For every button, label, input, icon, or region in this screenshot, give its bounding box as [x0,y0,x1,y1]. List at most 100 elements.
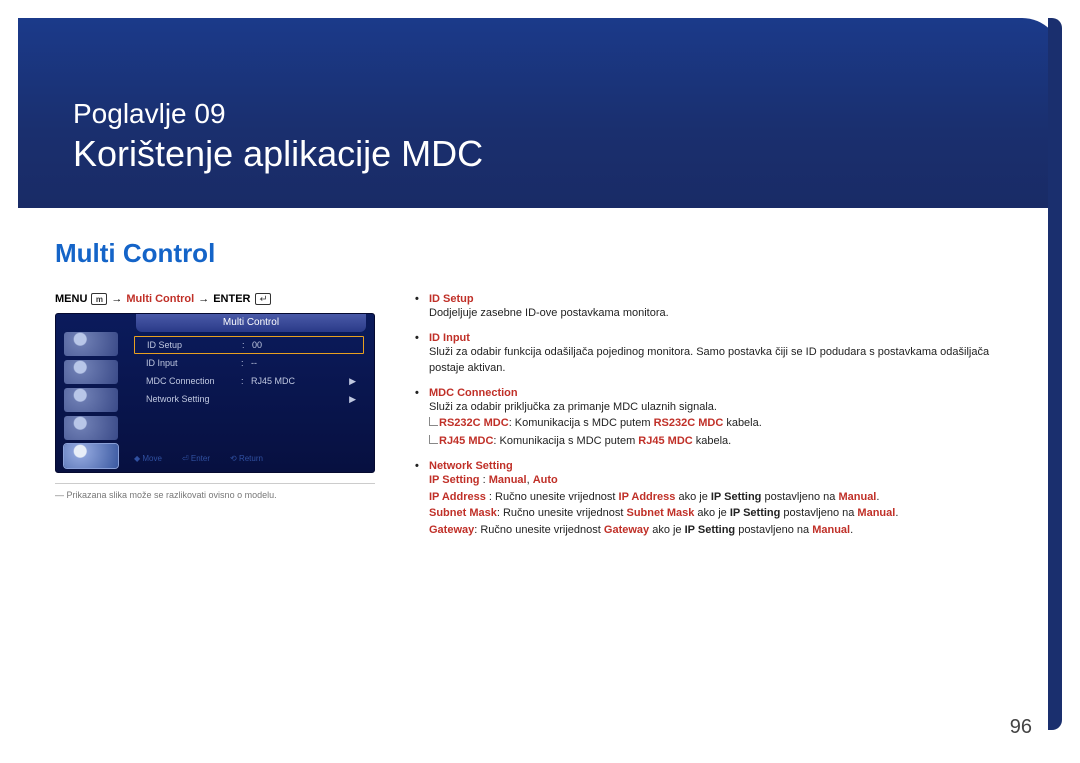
net-text: postavljeno na [761,491,838,503]
bullet-icon: • [415,387,423,399]
osd-row-value: RJ45 MDC [251,376,346,386]
breadcrumb-item: Multi Control [126,293,194,305]
osd-side-icon [64,360,118,384]
bullet-icon: • [415,293,423,305]
item-head: MDC Connection [429,387,518,399]
net-text: : Ručno unesite vrijednost [486,491,619,503]
item-body: Dodjeljuje zasebne ID-ove postavkama mon… [429,305,1025,322]
osd-row-label: ID Setup [147,340,242,350]
content-area: Multi Control MENU m → Multi Control → E… [55,238,1025,548]
sub-text: kabela. [693,435,732,447]
osd-side-icons [64,332,124,472]
sub-key: RS232C MDC [439,417,509,429]
sub-key: RS232C MDC [654,417,724,429]
net-text: ako je [694,507,729,519]
item-head: ID Setup [429,293,474,305]
osd-side-icon [64,416,118,440]
sub-text: : Komunikacija s MDC putem [493,435,638,447]
net-line: IP Address : Ručno unesite vrijednost IP… [429,489,1025,506]
chapter-title: Korištenje aplikacije MDC [73,133,483,175]
breadcrumb-arrow: → [198,293,209,305]
net-key: IP Setting [685,524,736,536]
osd-row-label: MDC Connection [146,376,241,386]
list-item: • MDC Connection Služi za odabir priklju… [415,387,1025,451]
net-key: Manual [857,507,895,519]
left-column: MENU m → Multi Control → ENTER Multi Con… [55,293,375,500]
net-key: Gateway [429,524,474,536]
osd-row-value: 00 [252,340,345,350]
net-key: Subnet Mask [429,507,497,519]
breadcrumb-menu: MENU [55,293,87,305]
osd-side-icon-selected [64,444,118,468]
page-right-stripe [1048,18,1062,730]
ip-setting-sep: : [480,474,489,486]
item-sub: RS232C MDC: Komunikacija s MDC putem RS2… [439,415,1025,433]
item-head: Network Setting [429,460,513,472]
osd-row: ID Input : -- [134,354,364,372]
net-key: Gateway [604,524,649,536]
net-key: Subnet Mask [627,507,695,519]
osd-footer-return: ⟲ Return [230,454,263,468]
item-body: Služi za odabir funkcija odašiljača poje… [429,344,1025,377]
net-text: ako je [649,524,684,536]
osd-list: ID Setup : 00 ID Input : -- MDC Co [134,336,364,408]
chapter-header: Poglavlje 09 Korištenje aplikacije MDC [18,18,1062,208]
osd-footer-enter: ⏎ Enter [182,454,210,468]
net-text: : Ručno unesite vrijednost [497,507,627,519]
description-list: • ID Setup Dodjeljuje zasebne ID-ove pos… [415,293,1025,538]
item-sub: RJ45 MDC: Komunikacija s MDC putem RJ45 … [439,433,1025,451]
osd-screenshot: Multi Control ID Setup : 00 [55,313,375,473]
net-text: ako je [675,491,710,503]
net-text: : Ručno unesite vrijednost [474,524,604,536]
page: Poglavlje 09 Korištenje aplikacije MDC M… [0,0,1080,763]
osd-footer-move: ◆ Move [134,454,162,468]
ip-setting-label: IP Setting [429,474,480,486]
osd-row-arrow: ▶ [346,376,356,387]
net-text: . [876,491,879,503]
item-body: Služi za odabir priključka za primanje M… [429,399,1025,416]
right-column: • ID Setup Dodjeljuje zasebne ID-ove pos… [415,293,1025,548]
menu-icon: m [91,293,107,305]
item-head: ID Input [429,332,470,344]
osd-footer: ◆ Move ⏎ Enter ⟲ Return [134,454,364,468]
osd-row: Network Setting ▶ [134,390,364,408]
net-text: . [850,524,853,536]
columns: MENU m → Multi Control → ENTER Multi Con… [55,293,1025,548]
breadcrumb-arrow: → [111,293,122,305]
net-text: postavljeno na [735,524,812,536]
sub-text: kabela. [723,417,762,429]
osd-side-icon [64,332,118,356]
page-number: 96 [1010,716,1032,739]
net-text: postavljeno na [780,507,857,519]
osd-row-label: ID Input [146,358,241,368]
osd-row-selected: ID Setup : 00 [134,336,364,354]
osd-row-sep: : [241,376,251,386]
ip-setting-line: IP Setting : Manual, Auto [429,472,1025,489]
net-line: Gateway: Ručno unesite vrijednost Gatewa… [429,522,1025,539]
sub-text: : Komunikacija s MDC putem [509,417,654,429]
osd-row-arrow: ▶ [346,394,356,405]
enter-icon [255,293,271,305]
footnote: ― Prikazana slika može se razlikovati ov… [55,490,375,500]
osd-title: Multi Control [136,314,366,332]
osd-row-sep: : [241,358,251,368]
menu-breadcrumb: MENU m → Multi Control → ENTER [55,293,375,305]
net-key: IP Address [429,491,486,503]
list-item: • ID Setup Dodjeljuje zasebne ID-ove pos… [415,293,1025,322]
net-key: IP Setting [711,491,762,503]
net-key: IP Setting [730,507,781,519]
bullet-icon: • [415,332,423,344]
osd-row-label: Network Setting [146,394,241,404]
section-title: Multi Control [55,238,1025,269]
sub-key: RJ45 MDC [638,435,692,447]
sub-key: RJ45 MDC [439,435,493,447]
breadcrumb-enter: ENTER [213,293,250,305]
ip-setting-value: Auto [533,474,558,486]
osd-row: MDC Connection : RJ45 MDC ▶ [134,372,364,390]
net-line: Subnet Mask: Ručno unesite vrijednost Su… [429,505,1025,522]
list-item: • ID Input Služi za odabir funkcija odaš… [415,332,1025,377]
net-key: Manual [838,491,876,503]
bullet-icon: • [415,460,423,472]
list-item: • Network Setting IP Setting : Manual, A… [415,460,1025,538]
net-key: IP Address [619,491,676,503]
